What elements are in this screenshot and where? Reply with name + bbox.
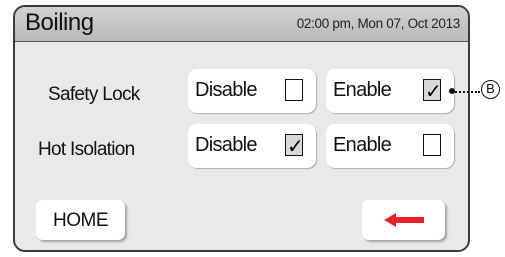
home-button-label: HOME — [53, 210, 109, 231]
safety-lock-disable-checkbox[interactable] — [285, 79, 303, 101]
hot-isolation-enable-label: Enable — [333, 134, 392, 156]
hot-isolation-label: Hot Isolation — [38, 139, 135, 160]
safety-lock-disable-option[interactable]: Disable — [188, 69, 316, 113]
safety-lock-enable-label: Enable — [333, 79, 392, 101]
back-button[interactable] — [362, 200, 445, 240]
checkmark-icon: ✓ — [287, 136, 304, 158]
checkmark-icon: ✓ — [425, 81, 442, 103]
callout-marker: B — [481, 80, 500, 99]
callout-leader-line — [452, 91, 480, 93]
title-bar: Boiling 02:00 pm, Mon 07, Oct 2013 — [15, 7, 468, 42]
control-panel-screen: Boiling 02:00 pm, Mon 07, Oct 2013 Safet… — [13, 5, 470, 252]
safety-lock-enable-checkbox[interactable]: ✓ — [423, 79, 442, 103]
page-title: Boiling — [25, 9, 94, 36]
safety-lock-enable-option[interactable]: Enable ✓ — [326, 69, 454, 113]
datetime-display: 02:00 pm, Mon 07, Oct 2013 — [296, 16, 461, 31]
safety-lock-label: Safety Lock — [48, 84, 140, 105]
hot-isolation-enable-option[interactable]: Enable — [326, 124, 454, 168]
home-button[interactable]: HOME — [36, 200, 125, 240]
hot-isolation-disable-checkbox[interactable]: ✓ — [285, 134, 304, 158]
safety-lock-disable-label: Disable — [195, 79, 258, 101]
hot-isolation-disable-label: Disable — [195, 134, 258, 156]
hot-isolation-enable-checkbox[interactable] — [423, 134, 441, 156]
hot-isolation-disable-option[interactable]: Disable ✓ — [188, 124, 316, 168]
left-arrow-icon — [384, 213, 424, 227]
